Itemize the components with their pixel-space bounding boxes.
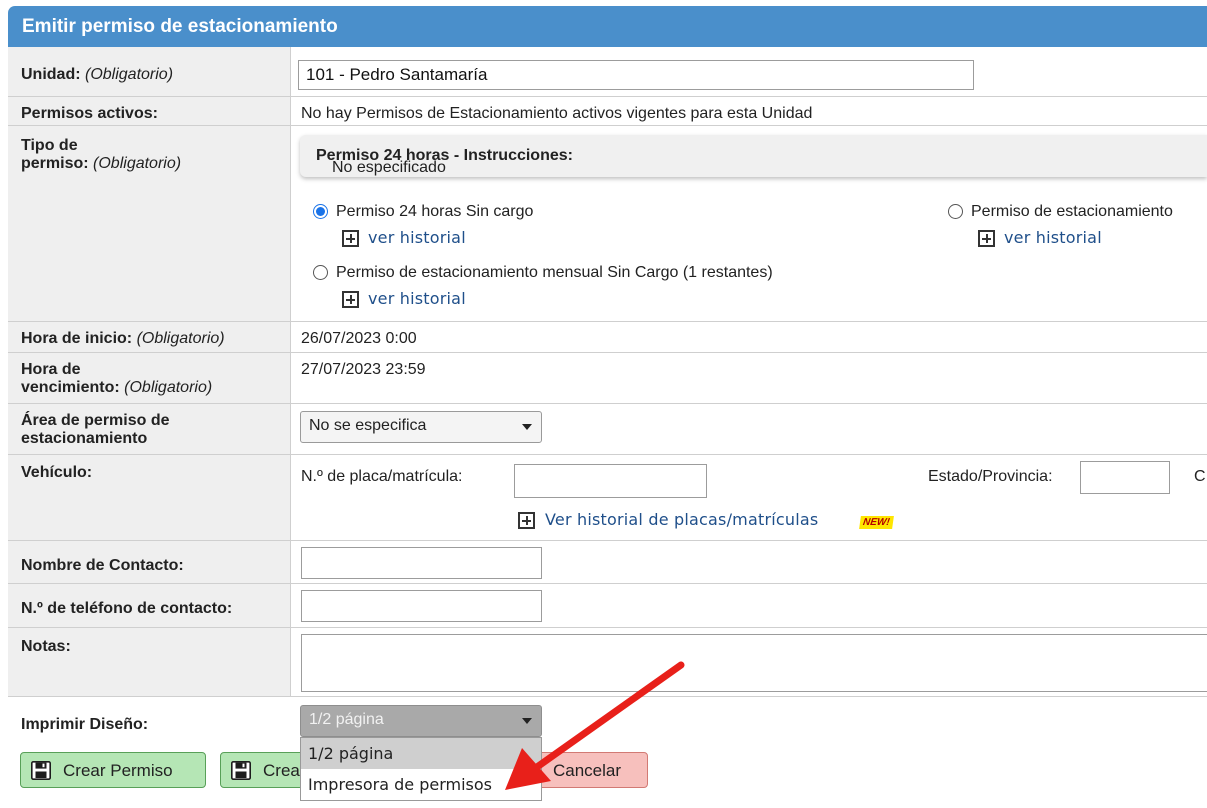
floppy-disk-icon	[31, 761, 51, 780]
permit-instructions-box: Permiso 24 horas - Instrucciones: No esp…	[300, 135, 1207, 177]
notes-textarea[interactable]	[301, 634, 1207, 692]
contact-phone-label: N.º de teléfono de contacto:	[21, 600, 233, 617]
notes-label: Notas:	[21, 638, 71, 655]
dialog-header: Emitir permiso de estacionamiento	[8, 6, 1207, 47]
unit-label: Unidad: (Obligatorio)	[21, 66, 174, 83]
expiry-time-value: 27/07/2023 23:59	[301, 361, 426, 378]
history-link-monthly[interactable]: ver historial	[368, 289, 466, 308]
print-design-label: Imprimir Diseño:	[21, 716, 149, 733]
expand-history-icon[interactable]	[518, 512, 535, 529]
state-input[interactable]	[1080, 461, 1170, 494]
radio-monthly-free-label[interactable]: Permiso de estacionamiento mensual Sin C…	[336, 264, 773, 282]
chevron-down-icon	[522, 424, 532, 430]
unit-input[interactable]	[298, 60, 974, 90]
expand-history-icon[interactable]	[978, 230, 995, 247]
expand-history-icon[interactable]	[342, 291, 359, 308]
radio-24h-free[interactable]	[313, 204, 328, 219]
start-time-value: 26/07/2023 0:00	[301, 330, 417, 347]
new-badge: NEW!	[859, 516, 894, 529]
country-label: C	[1194, 468, 1206, 485]
print-design-select[interactable]: 1/2 página	[300, 705, 542, 737]
radio-parking-permit[interactable]	[948, 204, 963, 219]
active-permits-label: Permisos activos:	[21, 105, 158, 122]
contact-phone-input[interactable]	[301, 590, 542, 622]
expiry-time-label: Hora de vencimiento: (Obligatorio)	[21, 361, 213, 396]
history-link-24h[interactable]: ver historial	[368, 228, 466, 247]
cancel-button[interactable]: Cancelar	[528, 752, 648, 788]
parking-area-select[interactable]: No se especifica	[300, 411, 542, 443]
vehicle-label: Vehículo:	[21, 464, 93, 481]
permit-form: Unidad: (Obligatorio) Permisos activos: …	[8, 47, 1207, 808]
chevron-down-icon	[522, 718, 532, 724]
floppy-disk-icon	[231, 761, 251, 780]
contact-name-input[interactable]	[301, 547, 542, 579]
create-permit-button[interactable]: Crear Permiso	[20, 752, 206, 788]
parking-area-label: Área de permiso de estacionamiento	[21, 412, 170, 447]
contact-name-label: Nombre de Contacto:	[21, 557, 184, 574]
permit-type-label: Tipo de permiso: (Obligatorio)	[21, 137, 182, 172]
plate-history-link[interactable]: Ver historial de placas/matrículas	[545, 510, 818, 529]
plate-label: N.º de placa/matrícula:	[301, 468, 463, 485]
print-design-dropdown: 1/2 página Impresora de permisos	[300, 737, 542, 801]
radio-monthly-free[interactable]	[313, 265, 328, 280]
print-option-half-page[interactable]: 1/2 página	[301, 738, 541, 769]
radio-24h-free-label[interactable]: Permiso 24 horas Sin cargo	[336, 203, 533, 221]
start-time-label: Hora de inicio: (Obligatorio)	[21, 330, 225, 347]
active-permits-text: No hay Permisos de Estacionamiento activ…	[301, 105, 813, 122]
dialog-title: Emitir permiso de estacionamiento	[22, 16, 338, 37]
print-option-permit-printer[interactable]: Impresora de permisos	[301, 769, 541, 800]
expand-history-icon[interactable]	[342, 230, 359, 247]
history-link-parking[interactable]: ver historial	[1004, 228, 1102, 247]
state-label: Estado/Provincia:	[928, 468, 1053, 485]
permit-instructions-text: Permiso 24 horas - Instrucciones: No esp…	[316, 147, 573, 176]
plate-input[interactable]	[514, 464, 707, 498]
radio-parking-permit-label[interactable]: Permiso de estacionamiento	[971, 203, 1173, 221]
